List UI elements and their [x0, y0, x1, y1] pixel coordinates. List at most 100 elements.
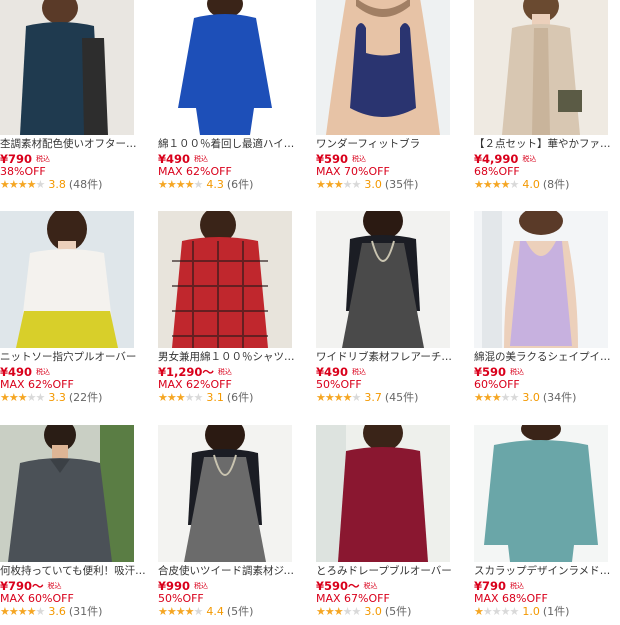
rating-stars: ★★★★★	[316, 178, 362, 191]
product-image[interactable]	[0, 0, 134, 135]
product-image[interactable]	[316, 425, 450, 562]
rating-score: 3.3	[48, 391, 66, 404]
review-count-link[interactable]: (35件)	[385, 178, 419, 191]
product-price: ¥490	[316, 365, 349, 379]
star-empty-icon: ★	[351, 605, 362, 618]
review-count-link[interactable]: (6件)	[227, 178, 254, 191]
product-image[interactable]	[0, 425, 134, 562]
star-filled-icon: ★	[175, 178, 186, 191]
rating-stars: ★★★★★	[0, 178, 46, 191]
product-title-link[interactable]: 男女兼用綿１００％シャツパジャマ	[158, 350, 304, 364]
discount-label: MAX 67%OFF	[316, 592, 390, 605]
review-count-link[interactable]: (5件)	[385, 605, 412, 618]
rating-score: 3.0	[364, 178, 382, 191]
rating-stars: ★★★★★	[158, 178, 204, 191]
product-title-link[interactable]: とろみドレープブルオーバー	[316, 564, 462, 578]
rating-score: 3.6	[48, 605, 66, 618]
review-count-link[interactable]: (31件)	[69, 605, 103, 618]
product-title-link[interactable]: 合皮使いツイード調素材ジャンパースカート	[158, 564, 304, 578]
rating-stars: ★★★★★	[0, 391, 45, 404]
product-card[interactable]: 【２点セット】華やかファンシーツイードスーツ¥4,990税込68%OFF★★★★…	[474, 0, 620, 198]
product-card[interactable]: 杢調素材配色使いオフタートルネックチュニック¥790税込38%OFF★★★★★3…	[0, 0, 148, 198]
star-empty-icon: ★	[351, 178, 362, 191]
product-card[interactable]: とろみドレープブルオーバー ¥590〜 税込 MAX 67%OFF ★★★★★ 3.0 (5…	[316, 425, 464, 625]
star-filled-icon: ★	[324, 391, 335, 404]
star-filled-icon: ★	[316, 605, 326, 618]
rating-score: 4.3	[206, 178, 224, 191]
product-title-link[interactable]: ニットソー指穴プルオーバー	[0, 350, 146, 364]
product-card[interactable]: 合皮使いツイード調素材ジャンパースカート¥990税込50%OFF★★★★★4.4…	[158, 425, 306, 625]
tax-included-label: 税込	[510, 581, 525, 590]
product-title-link[interactable]: 何枚持っていても便利！吸汗速乾ポロシャツ	[0, 564, 146, 578]
product-title-link[interactable]: スカラップデザインラメドルマンプルオーバー	[474, 564, 620, 578]
discount-label: MAX 60%OFF	[0, 592, 74, 605]
rating-stars: ★★★★★	[316, 391, 361, 404]
rating-score: 3.8	[48, 178, 66, 191]
product-image[interactable]	[474, 425, 608, 562]
product-image[interactable]	[474, 0, 608, 135]
star-empty-icon: ★	[509, 178, 520, 191]
star-empty-icon: ★	[184, 391, 195, 404]
star-filled-icon: ★	[342, 391, 353, 404]
discount-label: 68%OFF	[474, 165, 520, 178]
product-title-link[interactable]: 杢調素材配色使いオフタートルネックチュニック	[0, 137, 146, 151]
product-image[interactable]	[316, 211, 450, 348]
product-image[interactable]	[0, 211, 134, 348]
star-empty-icon: ★	[342, 178, 353, 191]
product-card[interactable]: ワイドリブ素材フレアーチュニック¥490税込50%OFF★★★★★3.7(45件…	[316, 211, 464, 411]
review-count-link[interactable]: (34件)	[543, 391, 577, 404]
star-filled-icon: ★	[491, 178, 502, 191]
product-title-link[interactable]: 綿混の美ラクるシェイプインナー	[474, 350, 620, 364]
star-empty-icon: ★	[500, 605, 511, 618]
discount-label: MAX 62%OFF	[158, 165, 232, 178]
product-title-link[interactable]: ワイドリブ素材フレアーチュニック	[316, 350, 462, 364]
discount-label: MAX 68%OFF	[474, 592, 548, 605]
price-line: ¥490 税込	[0, 364, 50, 379]
rating: ★★★★★ 4.0 (8件)	[474, 178, 569, 191]
product-image[interactable]	[316, 0, 450, 135]
star-filled-icon: ★	[333, 605, 344, 618]
price-line: ¥490 税込	[316, 364, 366, 379]
product-card[interactable]: ニットソー指穴プルオーバー ¥490 税込 MAX 62%OFF ★★★★★ 3.3 (22…	[0, 211, 148, 411]
product-image[interactable]	[474, 211, 608, 348]
review-count-link[interactable]: (1件)	[543, 605, 570, 618]
product-card[interactable]: 綿混の美ラクるシェイプインナー ¥590 税込 60%OFF ★★★★★ 3.0 (34件)	[474, 211, 620, 411]
product-card[interactable]: スカラップデザインラメドルマンプルオーバー¥790税込MAX 68%OFF★★★…	[474, 425, 620, 625]
rating-stars: ★★★★★	[158, 605, 203, 618]
review-count-link[interactable]: (5件)	[227, 605, 254, 618]
star-filled-icon: ★	[158, 391, 168, 404]
product-price: ¥790〜	[0, 579, 44, 593]
rating: ★★★★★ 3.3 (22件)	[0, 391, 102, 404]
rating-stars: ★★★★★	[474, 391, 519, 404]
star-empty-icon: ★	[26, 391, 37, 404]
product-image[interactable]	[158, 425, 292, 562]
tax-included-label: 税込	[194, 581, 209, 590]
star-empty-icon: ★	[193, 178, 204, 191]
review-count-link[interactable]: (8件)	[543, 178, 570, 191]
star-filled-icon: ★	[184, 178, 195, 191]
product-title-link[interactable]: 綿１００％着回し最適ハイネックカットソー	[158, 137, 304, 151]
rating-score: 4.0	[522, 178, 540, 191]
product-title-link[interactable]: 【２点セット】華やかファンシーツイードスーツ	[474, 137, 620, 151]
product-grid: 杢調素材配色使いオフタートルネックチュニック¥790税込38%OFF★★★★★3…	[0, 0, 620, 619]
product-card[interactable]: 綿１００％着回し最適ハイネックカットソー¥490税込MAX 62%OFF★★★★…	[158, 0, 306, 198]
price-line: ¥790 税込	[474, 578, 525, 593]
product-image[interactable]	[158, 0, 292, 135]
star-filled-icon: ★	[500, 178, 511, 191]
review-count-link[interactable]: (22件)	[69, 391, 103, 404]
review-count-link[interactable]: (45件)	[385, 391, 419, 404]
review-count-link[interactable]: (6件)	[227, 391, 254, 404]
product-card[interactable]: ワンダーフィットブラ ¥590 税込 MAX 70%OFF ★★★★★ 3.0 (35件)	[316, 0, 464, 198]
product-card[interactable]: 男女兼用綿１００％シャツパジャマ¥1,290〜税込MAX 62%OFF★★★★★…	[158, 211, 306, 411]
rating: ★★★★★ 3.6 (31件)	[0, 605, 102, 618]
product-card[interactable]: 何枚持っていても便利！吸汗速乾ポロシャツ¥790〜税込MAX 60%OFF★★★…	[0, 425, 148, 625]
product-image[interactable]	[158, 211, 292, 348]
review-count-link[interactable]: (48件)	[69, 178, 103, 191]
rating-score: 3.1	[206, 391, 224, 404]
product-title-link[interactable]: ワンダーフィットブラ	[316, 137, 462, 151]
star-filled-icon: ★	[333, 391, 344, 404]
star-empty-icon: ★	[193, 391, 204, 404]
star-empty-icon: ★	[35, 178, 46, 191]
price-line: ¥1,290〜 税込	[158, 364, 232, 379]
tax-included-label: 税込	[194, 154, 209, 163]
